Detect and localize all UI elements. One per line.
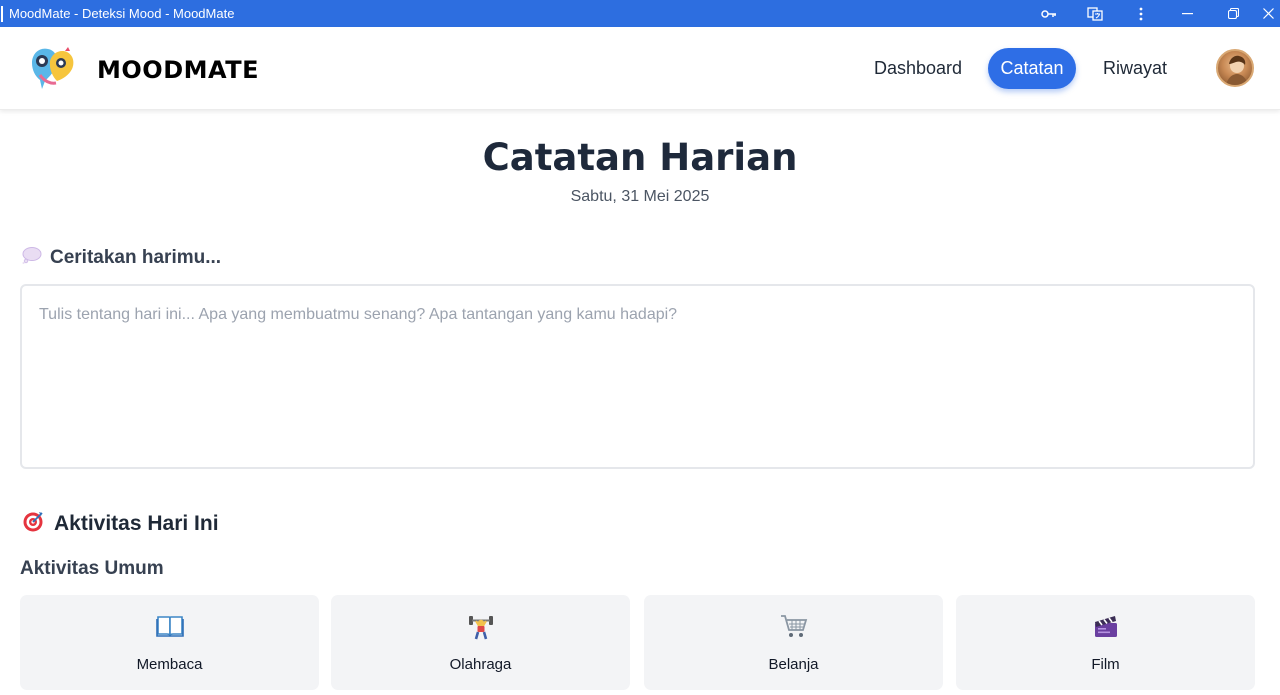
book-icon bbox=[20, 613, 319, 643]
page-date: Sabtu, 31 Mei 2025 bbox=[570, 188, 710, 205]
restore-icon[interactable] bbox=[1210, 0, 1256, 27]
nav-catatan[interactable]: Catatan bbox=[988, 48, 1076, 89]
app-header: MOODMATE Dashboard Catatan Riwayat bbox=[0, 27, 1280, 110]
activity-card-belanja[interactable]: Belanja bbox=[644, 595, 943, 690]
clapper-board-icon bbox=[956, 613, 1255, 643]
window-titlebar: MoodMate - Deteksi Mood - MoodMate bbox=[0, 0, 1280, 27]
activity-label: Belanja bbox=[768, 656, 819, 673]
nav-riwayat[interactable]: Riwayat bbox=[1090, 48, 1180, 89]
shopping-cart-icon bbox=[644, 613, 943, 643]
activity-card-olahraga[interactable]: Olahraga bbox=[331, 595, 630, 690]
target-icon bbox=[22, 510, 44, 538]
moodmate-logo[interactable] bbox=[28, 45, 76, 91]
page-title: Catatan Harian bbox=[482, 136, 798, 179]
activity-card-film[interactable]: Film bbox=[956, 595, 1255, 690]
activity-card-membaca[interactable]: Membaca bbox=[20, 595, 319, 690]
journal-label-text: Ceritakan harimu... bbox=[50, 247, 222, 268]
password-key-icon[interactable] bbox=[1026, 0, 1072, 27]
user-avatar[interactable] bbox=[1216, 49, 1254, 87]
translate-icon[interactable] bbox=[1072, 0, 1118, 27]
activity-label: Film bbox=[1091, 656, 1120, 673]
window-title: MoodMate - Deteksi Mood - MoodMate bbox=[1, 5, 234, 22]
journal-textarea[interactable] bbox=[20, 284, 1255, 469]
activity-cards: Membaca Olahraga Belanja Film bbox=[20, 595, 1256, 690]
activity-label: Membaca bbox=[136, 656, 203, 673]
thought-bubble-icon bbox=[22, 246, 42, 270]
journal-label: Ceritakan harimu... bbox=[22, 246, 221, 270]
activities-title: Aktivitas Hari Ini bbox=[22, 510, 219, 538]
nav-dashboard[interactable]: Dashboard bbox=[863, 48, 973, 89]
close-icon[interactable] bbox=[1256, 0, 1280, 27]
activities-group-label: Aktivitas Umum bbox=[20, 558, 164, 579]
weightlifter-icon bbox=[331, 613, 630, 643]
minimize-icon[interactable] bbox=[1164, 0, 1210, 27]
activities-title-text: Aktivitas Hari Ini bbox=[54, 512, 219, 535]
more-menu-icon[interactable] bbox=[1118, 0, 1164, 27]
brand-name: MOODMATE bbox=[97, 56, 259, 84]
activity-label: Olahraga bbox=[449, 656, 512, 673]
